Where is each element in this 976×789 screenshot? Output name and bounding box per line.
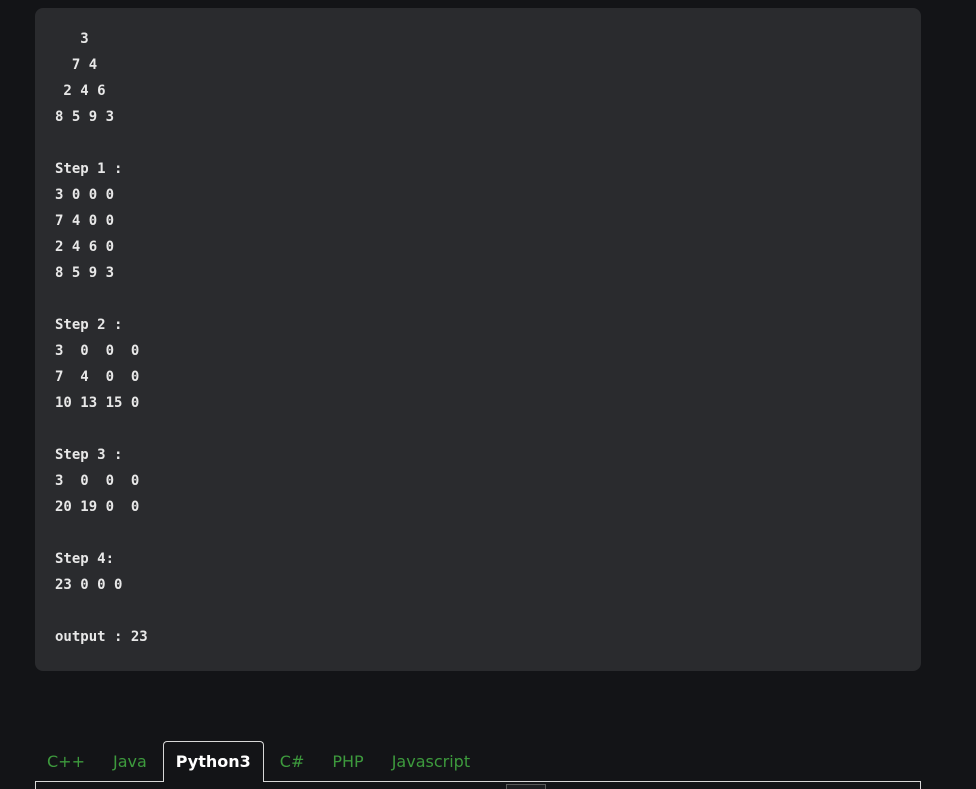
code-line: 10 13 15 0 (55, 395, 140, 411)
code-block: 3 7 4 2 4 6 8 5 9 3 Step 1 : 3 0 0 0 7 4… (35, 8, 921, 671)
tab-java[interactable]: Java (101, 742, 159, 782)
code-line: 3 (55, 31, 89, 47)
code-line: Step 1 : (55, 161, 123, 177)
tab-javascript[interactable]: Javascript (380, 742, 482, 782)
code-line: 7 4 0 0 (55, 369, 140, 385)
language-tabs: C++ Java Python3 C# PHP Javascript (35, 741, 486, 782)
code-line: Step 2 : (55, 317, 123, 333)
editor-toolbar-handle[interactable] (506, 784, 546, 789)
code-line: Step 3 : (55, 447, 123, 463)
tab-php[interactable]: PHP (320, 742, 375, 782)
code-line: 3 0 0 0 (55, 343, 140, 359)
code-line: 2 4 6 (55, 83, 106, 99)
code-line: 7 4 0 0 (55, 213, 115, 229)
code-line: 8 5 9 3 (55, 265, 115, 281)
tab-cpp[interactable]: C++ (35, 742, 97, 782)
tab-csharp[interactable]: C# (268, 742, 317, 782)
code-line: 2 4 6 0 (55, 239, 115, 255)
code-line: 7 4 (55, 57, 98, 73)
code-line: 3 0 0 0 (55, 473, 140, 489)
code-editor-panel (35, 781, 921, 789)
code-line: output : 23 (55, 629, 148, 645)
code-line: 8 5 9 3 (55, 109, 115, 125)
code-line: 20 19 0 0 (55, 499, 140, 515)
code-line: Step 4: (55, 551, 115, 567)
tab-python3[interactable]: Python3 (162, 741, 264, 782)
code-line: 3 0 0 0 (55, 187, 115, 203)
page: 3 7 4 2 4 6 8 5 9 3 Step 1 : 3 0 0 0 7 4… (0, 0, 976, 789)
code-line: 23 0 0 0 (55, 577, 123, 593)
